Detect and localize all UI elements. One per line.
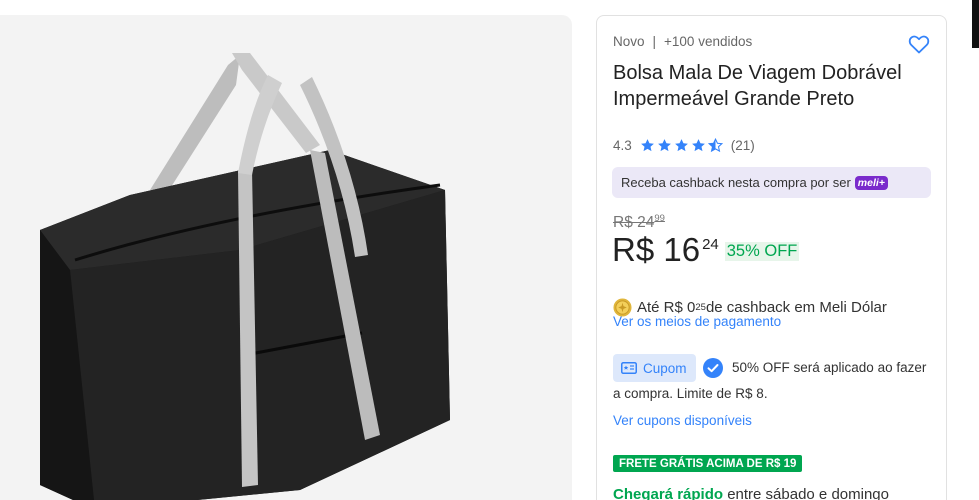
rating-count: (21) [730, 138, 755, 153]
product-image [40, 53, 450, 500]
original-price-amount: R$ 24 [613, 214, 655, 232]
check-circle-icon [703, 358, 723, 378]
current-price: R$ 16 24 35% OFF [612, 230, 800, 270]
favorite-button[interactable] [907, 32, 931, 56]
delivery-estimate: Chegará rápido entre sábado e domingo [613, 486, 889, 500]
star-icon [691, 139, 705, 152]
coupon-icon [621, 362, 637, 374]
sold-count: +100 vendidos [664, 34, 753, 49]
star-icon [674, 139, 688, 152]
scrollbar-edge [972, 0, 979, 48]
subtitle-separator: | [652, 34, 657, 49]
product-info-panel: Novo | +100 vendidos Bolsa Mala De Viagem … [596, 15, 947, 500]
product-title: Bolsa Mala De Viagem Dobrável Impermeáve… [613, 62, 902, 110]
product-image-gallery[interactable] [0, 15, 572, 500]
rating-score: 4.3 [613, 138, 632, 153]
coupon-description-line2: a compra. Limite de R$ 8. [613, 386, 768, 401]
coupons-link[interactable]: Ver cupons disponíveis [613, 413, 752, 428]
delivery-fast-label: Chegará rápido [613, 486, 724, 500]
condition-label: Novo [613, 34, 645, 49]
star-icon [640, 139, 654, 152]
product-subtitle: Novo | +100 vendidos [613, 34, 752, 49]
free-shipping-badge: FRETE GRÁTIS ACIMA DE R$ 19 [613, 455, 803, 472]
star-half-icon [707, 138, 723, 153]
meli-plus-badge: meli+ [854, 175, 888, 190]
meli-dolar-cents: 25 [695, 302, 706, 313]
star-icon [657, 139, 671, 152]
cashback-banner: Receba cashback nesta compra por ser mel… [612, 167, 931, 198]
rating-stars [640, 138, 723, 153]
current-price-amount: R$ 16 [612, 231, 701, 268]
delivery-window: entre sábado e domingo [723, 486, 889, 500]
discount-badge: 35% OFF [724, 242, 800, 261]
product-rating[interactable]: 4.3 (21) [613, 138, 755, 153]
coupon-tag[interactable]: Cupom [613, 354, 696, 382]
coupon-tag-label: Cupom [643, 360, 687, 376]
original-price-cents: 99 [654, 213, 665, 224]
coupon-description-line1: 50% OFF será aplicado ao fazer [732, 360, 927, 375]
heart-icon [908, 35, 930, 54]
cashback-banner-text: Receba cashback nesta compra por ser [621, 175, 851, 190]
payment-methods-link[interactable]: Ver os meios de pagamento [613, 314, 781, 329]
current-price-cents: 24 [702, 236, 719, 253]
